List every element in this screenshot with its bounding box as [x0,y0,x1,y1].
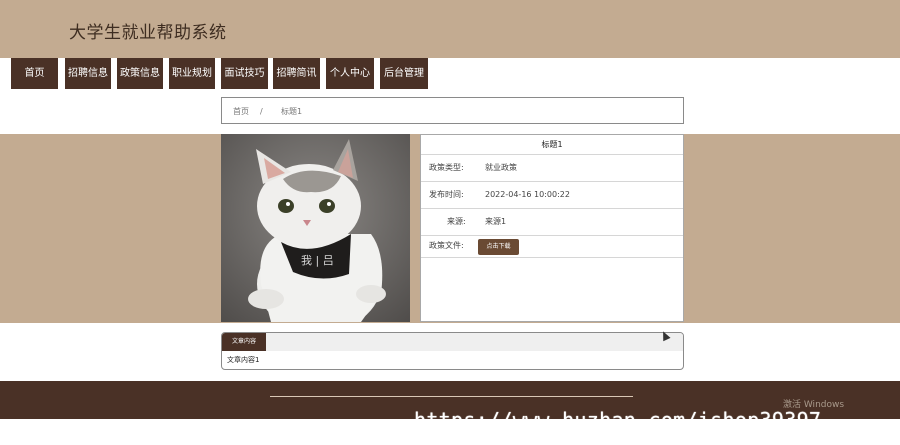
nav-item-home[interactable]: 首页 [11,58,58,89]
row-source: 来源: 来源1 [421,209,683,236]
row-policy-type: 政策类型: 就业政策 [421,155,683,182]
nav-item-interview-tips[interactable]: 面试技巧 [221,58,268,89]
site-footer: 激活 Windows https://www.huzhan.com/ishop3… [0,381,900,432]
detail-panel: 标题1 政策类型: 就业政策 发布时间: 2022-04-16 10:00:22… [420,134,684,322]
row-publish-time: 发布时间: 2022-04-16 10:00:22 [421,182,683,209]
tab-article-content[interactable]: 文章内容 [222,333,266,351]
publish-time-value: 2022-04-16 10:00:22 [485,190,570,199]
site-header: 大学生就业帮助系统 [0,0,900,58]
publish-time-label: 发布时间: [429,190,464,199]
footer-divider [270,396,633,397]
content-tab-strip: 文章内容 [222,333,683,351]
download-button[interactable]: 点击下载 [478,239,519,255]
article-content-panel: 文章内容 文章内容1 [221,332,684,370]
breadcrumb-home[interactable]: 首页 [233,98,249,125]
article-body: 文章内容1 [227,356,260,364]
policy-file-label: 政策文件: [429,241,464,250]
breadcrumb-current: 标题1 [281,107,303,116]
nav-item-recruitment-news[interactable]: 招聘简讯 [273,58,320,89]
nav-item-recruitment[interactable]: 招聘信息 [65,58,111,89]
policy-type-value: 就业政策 [485,163,517,172]
nav-item-career-planning[interactable]: 职业规划 [169,58,215,89]
nav-item-admin[interactable]: 后台管理 [380,58,428,89]
breadcrumb-separator: / [260,107,263,116]
breadcrumb: 首页 / 标题1 [221,97,684,124]
svg-text:我 | 吕: 我 | 吕 [301,254,334,267]
watermark-url: https://www.huzhan.com/ishop39397 [414,408,822,432]
row-policy-file: 政策文件: 点击下载 [421,235,683,258]
source-value: 来源1 [485,217,507,226]
nav-item-policy[interactable]: 政策信息 [117,58,163,89]
article-image: 我 | 吕 [221,134,410,322]
detail-title: 标题1 [421,135,683,155]
nav-item-personal-center[interactable]: 个人中心 [326,58,374,89]
cat-photo: 我 | 吕 [221,134,410,322]
source-label: 来源: [447,217,466,226]
policy-type-label: 政策类型: [429,163,464,172]
site-title: 大学生就业帮助系统 [69,23,227,43]
main-nav: 首页 招聘信息 政策信息 职业规划 面试技巧 招聘简讯 个人中心 后台管理 [0,58,900,89]
